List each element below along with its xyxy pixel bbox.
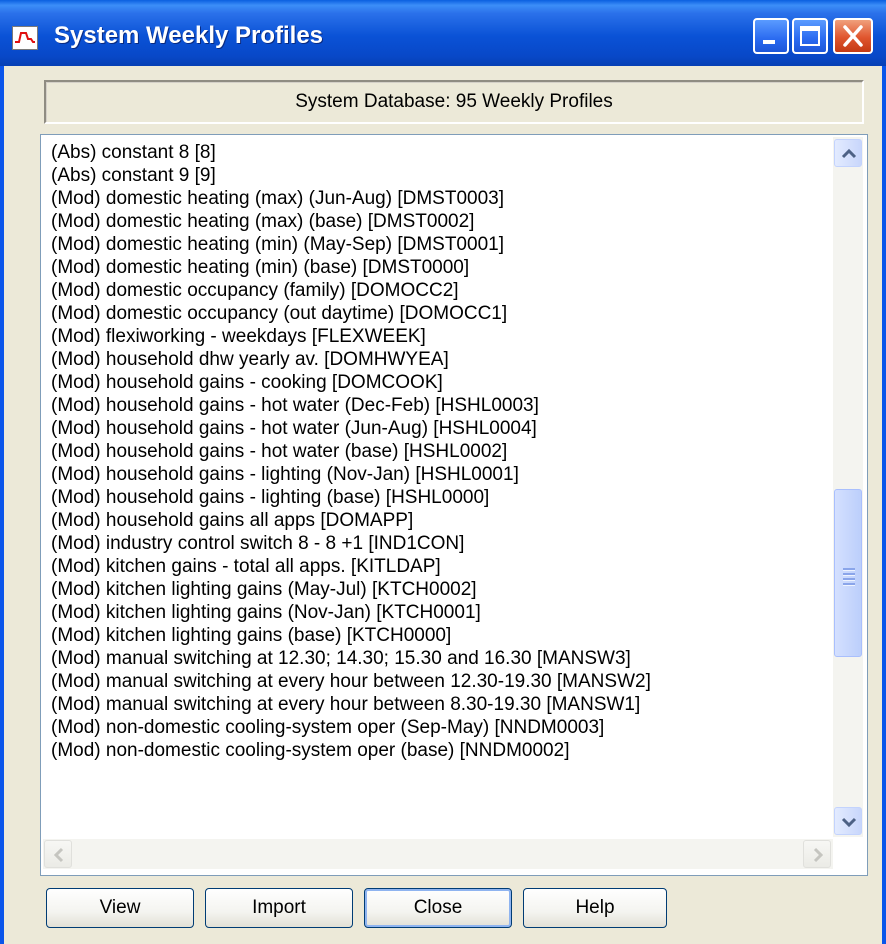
profiles-listbox[interactable]: (Abs) constant 8 [8] (Abs) constant 9 [9]…: [40, 134, 868, 876]
vertical-scroll-thumb[interactable]: [834, 489, 862, 657]
profiles-list[interactable]: (Abs) constant 8 [8] (Abs) constant 9 [9]…: [51, 141, 831, 839]
horizontal-scrollbar[interactable]: [43, 839, 833, 869]
list-item[interactable]: (Mod) household gains all apps [DOMAPP]: [51, 509, 831, 532]
close-window-button[interactable]: [833, 18, 873, 54]
list-item[interactable]: (Mod) kitchen lighting gains (base) [KTC…: [51, 624, 831, 647]
list-item[interactable]: (Mod) manual switching at every hour bet…: [51, 693, 831, 716]
list-item[interactable]: (Mod) household dhw yearly av. [DOMHWYEA…: [51, 348, 831, 371]
list-item[interactable]: (Mod) household gains - lighting (base) …: [51, 486, 831, 509]
list-item[interactable]: (Mod) flexiworking - weekdays [FLEXWEEK]: [51, 325, 831, 348]
list-item[interactable]: (Mod) domestic occupancy (family) [DOMOC…: [51, 279, 831, 302]
list-item[interactable]: (Mod) household gains - hot water (Dec-F…: [51, 394, 831, 417]
chevron-down-icon: [841, 817, 857, 828]
list-item[interactable]: (Mod) manual switching at 12.30; 14.30; …: [51, 647, 831, 670]
import-button[interactable]: Import: [205, 888, 353, 928]
chevron-right-icon: [813, 847, 824, 863]
list-item[interactable]: (Mod) domestic heating (max) (Jun-Aug) […: [51, 187, 831, 210]
list-item[interactable]: (Mod) kitchen lighting gains (May-Jul) […: [51, 578, 831, 601]
close-icon: [843, 25, 863, 47]
list-item[interactable]: (Abs) constant 8 [8]: [51, 141, 831, 164]
list-item[interactable]: (Mod) industry control switch 8 - 8 +1 […: [51, 532, 831, 555]
minimize-button[interactable]: [753, 18, 789, 54]
list-item[interactable]: (Mod) household gains - hot water (Jun-A…: [51, 417, 831, 440]
window-title: System Weekly Profiles: [54, 22, 324, 49]
minimize-icon: [763, 40, 775, 44]
maximize-icon: [800, 26, 820, 46]
list-item[interactable]: (Mod) domestic occupancy (out daytime) […: [51, 302, 831, 325]
list-item[interactable]: (Mod) non-domestic cooling-system oper (…: [51, 739, 831, 762]
chevron-left-icon: [53, 847, 64, 863]
close-button[interactable]: Close: [364, 888, 512, 928]
grip-icon: [843, 568, 855, 588]
list-item[interactable]: (Mod) domestic heating (min) (base) [DMS…: [51, 256, 831, 279]
list-item[interactable]: (Mod) household gains - lighting (Nov-Ja…: [51, 463, 831, 486]
list-item[interactable]: (Mod) domestic heating (min) (May-Sep) […: [51, 233, 831, 256]
scroll-up-button[interactable]: [834, 139, 862, 167]
system-weekly-profiles-window: System Weekly Profiles System Database: …: [0, 0, 886, 944]
help-button[interactable]: Help: [523, 888, 667, 928]
list-item[interactable]: (Mod) domestic heating (max) (base) [DMS…: [51, 210, 831, 233]
list-item[interactable]: (Mod) household gains - cooking [DOMCOOK…: [51, 371, 831, 394]
list-item[interactable]: (Abs) constant 9 [9]: [51, 164, 831, 187]
view-button[interactable]: View: [46, 888, 194, 928]
vertical-scrollbar[interactable]: [833, 137, 863, 837]
list-item[interactable]: (Mod) manual switching at every hour bet…: [51, 670, 831, 693]
list-item[interactable]: (Mod) kitchen gains - total all apps. [K…: [51, 555, 831, 578]
database-summary-bar: System Database: 95 Weekly Profiles: [44, 80, 864, 124]
scroll-left-button[interactable]: [44, 840, 72, 868]
chart-profile-icon: [12, 26, 38, 50]
database-summary-text: System Database: 95 Weekly Profiles: [295, 91, 613, 112]
list-item[interactable]: (Mod) non-domestic cooling-system oper (…: [51, 716, 831, 739]
list-item[interactable]: (Mod) kitchen lighting gains (Nov-Jan) […: [51, 601, 831, 624]
maximize-button[interactable]: [792, 18, 828, 54]
scroll-right-button[interactable]: [803, 840, 831, 868]
scroll-down-button[interactable]: [834, 807, 862, 835]
title-bar[interactable]: System Weekly Profiles: [0, 0, 886, 66]
list-item[interactable]: (Mod) household gains - hot water (base)…: [51, 440, 831, 463]
chevron-up-icon: [841, 148, 857, 159]
